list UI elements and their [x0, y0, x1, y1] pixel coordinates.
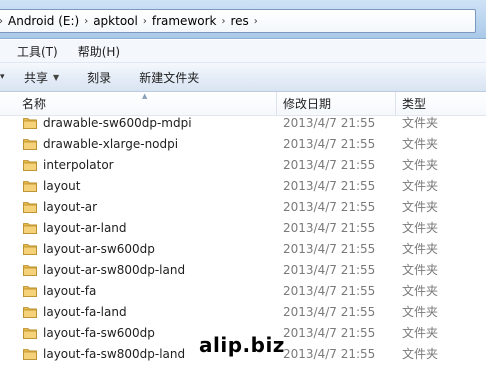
- breadcrumb-apktool[interactable]: apktool: [90, 14, 141, 28]
- folder-icon: [23, 181, 37, 192]
- file-name: layout-ar-sw600dp: [43, 242, 155, 256]
- file-name: drawable-sw600dp-mdpi: [43, 116, 192, 130]
- folder-icon: [23, 307, 37, 318]
- file-date-modified: 2013/4/7 21:55: [283, 221, 376, 235]
- file-list: drawable-sw600dp-mdpi 2013/4/7 21:55 文件夹 dr…: [0, 115, 486, 363]
- folder-icon: [23, 139, 37, 150]
- watermark: alip.biz: [199, 333, 285, 357]
- file-type: 文件夹: [402, 263, 439, 277]
- address-bar-area: › Android (E:) › apktool › framework › r…: [0, 0, 486, 39]
- folder-icon: [23, 286, 37, 297]
- share-label: 共享: [24, 70, 49, 85]
- column-date-modified[interactable]: 修改日期: [283, 92, 331, 115]
- file-type: 文件夹: [402, 116, 439, 130]
- file-name: layout: [43, 179, 81, 193]
- file-date-modified: 2013/4/7 21:55: [283, 347, 376, 361]
- file-name: layout-ar-sw800dp-land: [43, 263, 186, 277]
- file-row[interactable]: layout-ar 2013/4/7 21:55 文件夹: [0, 197, 486, 218]
- chevron-right-icon[interactable]: ›: [141, 16, 149, 27]
- menu-help[interactable]: 帮助(H): [68, 43, 130, 60]
- folder-icon: [23, 202, 37, 213]
- address-bar[interactable]: › Android (E:) › apktool › framework › r…: [0, 9, 476, 33]
- file-date-modified: 2013/4/7 21:55: [283, 242, 376, 256]
- file-date-modified: 2013/4/7 21:55: [283, 137, 376, 151]
- file-name: layout-fa-sw600dp: [43, 326, 155, 340]
- folder-icon: [23, 328, 37, 339]
- command-bar: ▾ 共享 ▼ 刻录 新建文件夹: [0, 63, 486, 92]
- column-divider[interactable]: [276, 92, 277, 115]
- file-date-modified: 2013/4/7 21:55: [283, 305, 376, 319]
- file-name: layout-ar-land: [43, 221, 127, 235]
- file-name: interpolator: [43, 158, 114, 172]
- chevron-right-icon[interactable]: ›: [252, 16, 260, 27]
- file-date-modified: 2013/4/7 21:55: [283, 284, 376, 298]
- file-type: 文件夹: [402, 326, 439, 340]
- file-row[interactable]: drawable-xlarge-nodpi 2013/4/7 21:55 文件夹: [0, 134, 486, 155]
- file-type: 文件夹: [402, 284, 439, 298]
- file-name: layout-fa: [43, 284, 97, 298]
- folder-icon: [23, 244, 37, 255]
- folder-icon: [23, 265, 37, 276]
- file-type: 文件夹: [402, 179, 439, 193]
- chevron-down-icon[interactable]: ▾: [0, 72, 10, 82]
- burn-button[interactable]: 刻录: [73, 69, 125, 86]
- file-date-modified: 2013/4/7 21:55: [283, 200, 376, 214]
- file-date-modified: 2013/4/7 21:55: [283, 116, 376, 130]
- file-row[interactable]: layout-ar-sw600dp 2013/4/7 21:55 文件夹: [0, 239, 486, 260]
- file-name: layout-fa-sw800dp-land: [43, 347, 186, 361]
- file-row[interactable]: drawable-sw600dp-mdpi 2013/4/7 21:55 文件夹: [0, 113, 486, 134]
- file-name: drawable-xlarge-nodpi: [43, 137, 179, 151]
- new-folder-button[interactable]: 新建文件夹: [125, 69, 213, 86]
- file-type: 文件夹: [402, 137, 439, 151]
- folder-icon: [23, 223, 37, 234]
- folder-icon: [23, 118, 37, 129]
- breadcrumb-drive[interactable]: Android (E:): [5, 14, 82, 28]
- column-divider[interactable]: [395, 92, 396, 115]
- chevron-down-icon: ▼: [53, 72, 60, 82]
- file-type: 文件夹: [402, 158, 439, 172]
- file-date-modified: 2013/4/7 21:55: [283, 179, 376, 193]
- chevron-right-icon[interactable]: ›: [219, 16, 227, 27]
- folder-icon: [23, 349, 37, 360]
- column-type[interactable]: 类型: [402, 92, 426, 115]
- column-name[interactable]: 名称: [22, 92, 46, 115]
- share-button[interactable]: 共享 ▼: [10, 69, 73, 86]
- file-type: 文件夹: [402, 242, 439, 256]
- file-type: 文件夹: [402, 221, 439, 235]
- file-date-modified: 2013/4/7 21:55: [283, 263, 376, 277]
- file-row[interactable]: layout-fa-land 2013/4/7 21:55 文件夹: [0, 302, 486, 323]
- file-date-modified: 2013/4/7 21:55: [283, 326, 376, 340]
- menu-bar: 工具(T) 帮助(H): [0, 40, 486, 63]
- file-row[interactable]: layout-ar-sw800dp-land 2013/4/7 21:55 文件夹: [0, 260, 486, 281]
- breadcrumb-res[interactable]: res: [227, 14, 251, 28]
- file-date-modified: 2013/4/7 21:55: [283, 158, 376, 172]
- file-row[interactable]: layout-fa 2013/4/7 21:55 文件夹: [0, 281, 486, 302]
- menu-tools[interactable]: 工具(T): [0, 43, 68, 60]
- file-type: 文件夹: [402, 347, 439, 361]
- file-row[interactable]: layout-ar-land 2013/4/7 21:55 文件夹: [0, 218, 486, 239]
- folder-icon: [23, 160, 37, 171]
- file-name: layout-ar: [43, 200, 98, 214]
- file-type: 文件夹: [402, 200, 439, 214]
- sort-ascending-icon: ▲: [142, 92, 148, 100]
- file-name: layout-fa-land: [43, 305, 127, 319]
- file-row[interactable]: layout 2013/4/7 21:55 文件夹: [0, 176, 486, 197]
- chevron-right-icon[interactable]: ›: [82, 16, 90, 27]
- file-type: 文件夹: [402, 305, 439, 319]
- file-row[interactable]: interpolator 2013/4/7 21:55 文件夹: [0, 155, 486, 176]
- breadcrumb-framework[interactable]: framework: [149, 14, 220, 28]
